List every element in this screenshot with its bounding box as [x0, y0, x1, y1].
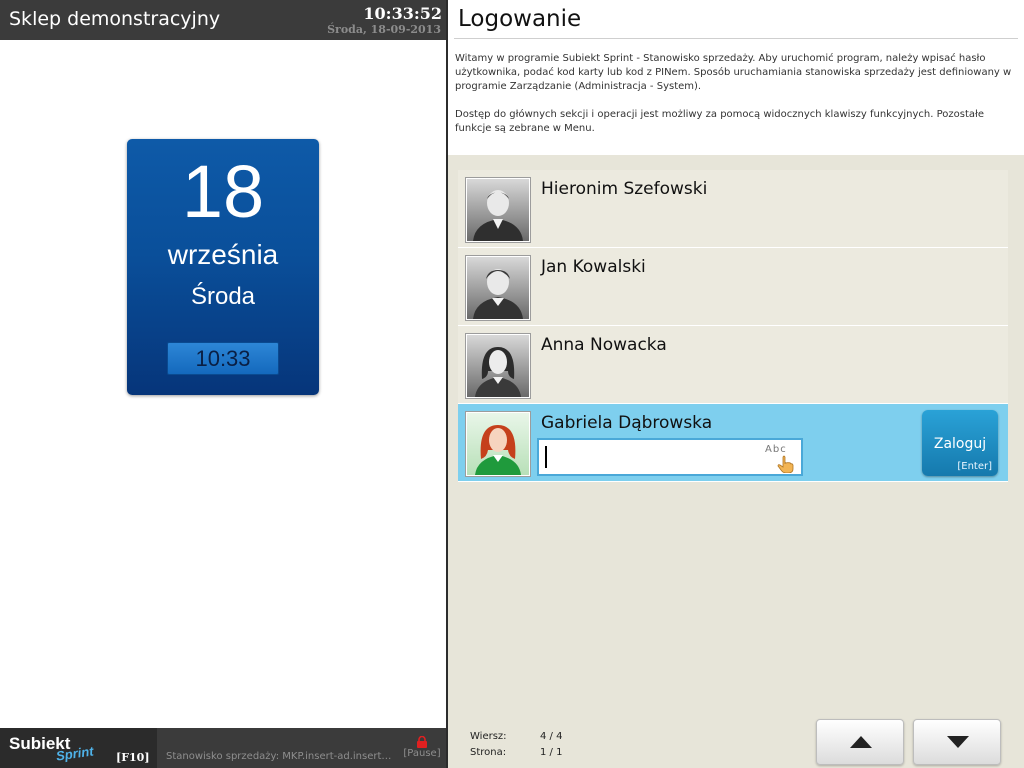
- login-header: Logowanie Witamy w programie Subiekt Spr…: [448, 0, 1024, 155]
- user-name: Hieronim Szefowski: [541, 179, 708, 199]
- hand-pointer-icon: [777, 455, 794, 473]
- user-name: Anna Nowacka: [541, 335, 667, 355]
- date-label: Środa, 18-09-2013: [327, 23, 441, 36]
- intro-text-1: Witamy w programie Subiekt Sprint - Stan…: [455, 53, 1012, 92]
- login-button[interactable]: Zaloguj [Enter]: [922, 410, 998, 476]
- text-caret: [545, 446, 547, 468]
- right-pane: Logowanie Witamy w programie Subiekt Spr…: [448, 0, 1024, 768]
- bottom-bar: Subiekt Sprint [F10] Stanowisko sprzedaż…: [0, 728, 446, 768]
- male-avatar-icon: [465, 255, 531, 321]
- calendar-weekday: Środa: [190, 283, 256, 310]
- user-row-selected[interactable]: Gabriela Dąbrowska Abc Zaloguj [Enter]: [458, 404, 1008, 482]
- arrow-down-icon: [947, 736, 969, 748]
- menu-key-hint: [F10]: [116, 751, 150, 764]
- clock: 10:33:52: [363, 4, 442, 23]
- page-title: Logowanie: [458, 6, 582, 32]
- female-avatar-icon: [465, 333, 531, 399]
- user-row[interactable]: Jan Kowalski: [458, 248, 1008, 326]
- intro-text-2: Dostęp do głównych sekcji i operacji jes…: [455, 109, 985, 134]
- calendar-card: 18 września Środa 10:33: [127, 139, 319, 395]
- left-pane: Sklep demonstracyjny 10:33:52 Środa, 18-…: [0, 0, 446, 768]
- page-value: 1 / 1: [540, 747, 563, 758]
- title-divider: [454, 38, 1018, 39]
- list-footer: Wiersz: 4 / 4 Strona: 1 / 1: [448, 705, 1024, 768]
- app-logo-button[interactable]: Subiekt Sprint [F10]: [0, 728, 157, 768]
- scroll-down-button[interactable]: [913, 719, 1001, 765]
- user-name: Jan Kowalski: [541, 257, 646, 277]
- login-key-hint: [Enter]: [957, 461, 992, 472]
- arrow-up-icon: [850, 736, 872, 748]
- user-row[interactable]: Hieronim Szefowski: [458, 170, 1008, 248]
- row-value: 4 / 4: [540, 731, 563, 742]
- password-input[interactable]: Abc: [537, 438, 803, 476]
- female-avatar-color-icon: [465, 411, 531, 477]
- pause-button[interactable]: [Pause]: [402, 736, 442, 764]
- calendar-day: 18: [181, 150, 265, 233]
- row-label: Wiersz:: [470, 731, 507, 742]
- user-row[interactable]: Anna Nowacka: [458, 326, 1008, 404]
- user-list: Hieronim Szefowski Jan Kowalski Anna Now…: [458, 170, 1008, 482]
- login-button-label: Zaloguj: [933, 436, 987, 452]
- keyboard-label: Abc: [765, 444, 787, 455]
- store-name: Sklep demonstracyjny: [9, 8, 221, 30]
- page-label: Strona:: [470, 747, 507, 758]
- lock-icon: [417, 736, 427, 748]
- scroll-up-button[interactable]: [816, 719, 904, 765]
- pause-label: [Pause]: [403, 748, 441, 759]
- onscreen-keyboard-button[interactable]: Abc: [765, 443, 799, 473]
- male-avatar-icon: [465, 177, 531, 243]
- station-info: Stanowisko sprzedaży: MKP.insert-ad.inse…: [166, 751, 394, 762]
- calendar-month: września: [167, 239, 279, 270]
- calendar-time: 10:33: [167, 342, 279, 375]
- top-bar: Sklep demonstracyjny 10:33:52 Środa, 18-…: [0, 0, 446, 40]
- user-name: Gabriela Dąbrowska: [541, 413, 713, 433]
